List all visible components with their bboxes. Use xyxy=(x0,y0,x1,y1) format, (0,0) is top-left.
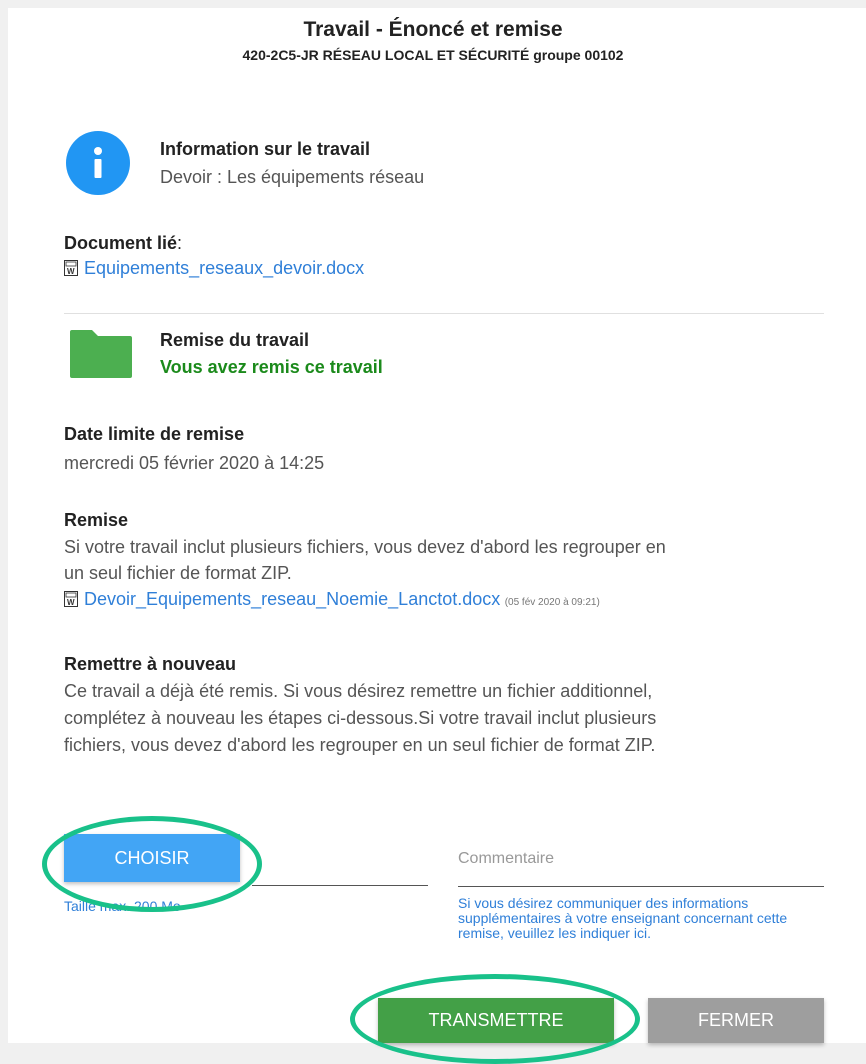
assignment-dialog: Travail - Énoncé et remise 420-2C5-JR RÉ… xyxy=(8,8,866,1064)
linked-document-link[interactable]: Equipements_reseaux_devoir.docx xyxy=(84,258,364,278)
deadline-value: mercredi 05 février 2020 à 14:25 xyxy=(64,453,325,473)
linked-document-colon: : xyxy=(177,233,183,253)
svg-text:W: W xyxy=(67,598,75,607)
deadline-heading: Date limite de remise xyxy=(64,424,245,444)
submission-status: Vous avez remis ce travail xyxy=(160,357,383,377)
max-size-hint: Taille max. 200 Mo xyxy=(64,898,181,914)
remise-text-line2: un seul fichier de format ZIP. xyxy=(64,563,292,583)
submission-heading: Remise du travail xyxy=(160,330,310,350)
folder-icon xyxy=(70,330,132,378)
selected-file-field[interactable] xyxy=(252,885,428,886)
word-document-icon: W xyxy=(64,591,78,607)
linked-document: W Equipements_reseaux_devoir.docx xyxy=(64,258,364,279)
section-divider xyxy=(64,313,824,314)
submitted-file-date: (05 fév 2020 à 09:21) xyxy=(504,597,600,608)
linked-document-label: Document lié: xyxy=(64,233,182,254)
page-title: Travail - Énoncé et remise xyxy=(303,18,563,41)
info-heading: Information sur le travail xyxy=(160,139,371,159)
close-button[interactable]: FERMER xyxy=(648,998,824,1043)
resubmit-text-line3: fichiers, vous devez d'abord les regroup… xyxy=(64,735,656,755)
linked-document-title: Document lié xyxy=(64,233,178,253)
resubmit-text-line2: complétez à nouveau les étapes ci-dessou… xyxy=(64,708,657,728)
info-icon xyxy=(66,131,130,195)
remise-heading: Remise xyxy=(64,510,129,530)
comment-help-text: Si vous désirez communiquer des informat… xyxy=(458,895,788,941)
submit-button[interactable]: TRANSMETTRE xyxy=(378,998,614,1043)
submitted-file-link[interactable]: Devoir_Equipements_reseau_Noemie_Lanctot… xyxy=(84,589,500,609)
course-subtitle: 420-2C5-JR RÉSEAU LOCAL ET SÉCURITÉ grou… xyxy=(242,47,624,63)
submitted-file: W Devoir_Equipements_reseau_Noemie_Lanct… xyxy=(64,589,600,610)
comment-input[interactable] xyxy=(458,858,824,887)
resubmit-text-line1: Ce travail a déjà été remis. Si vous dés… xyxy=(64,681,653,701)
word-document-icon: W xyxy=(64,260,78,276)
remise-text-line1: Si votre travail inclut plusieurs fichie… xyxy=(64,537,666,557)
assignment-description: Devoir : Les équipements réseau xyxy=(160,167,425,187)
choose-file-button[interactable]: CHOISIR xyxy=(64,834,240,882)
resubmit-heading: Remettre à nouveau xyxy=(64,654,237,674)
svg-text:W: W xyxy=(67,267,75,276)
